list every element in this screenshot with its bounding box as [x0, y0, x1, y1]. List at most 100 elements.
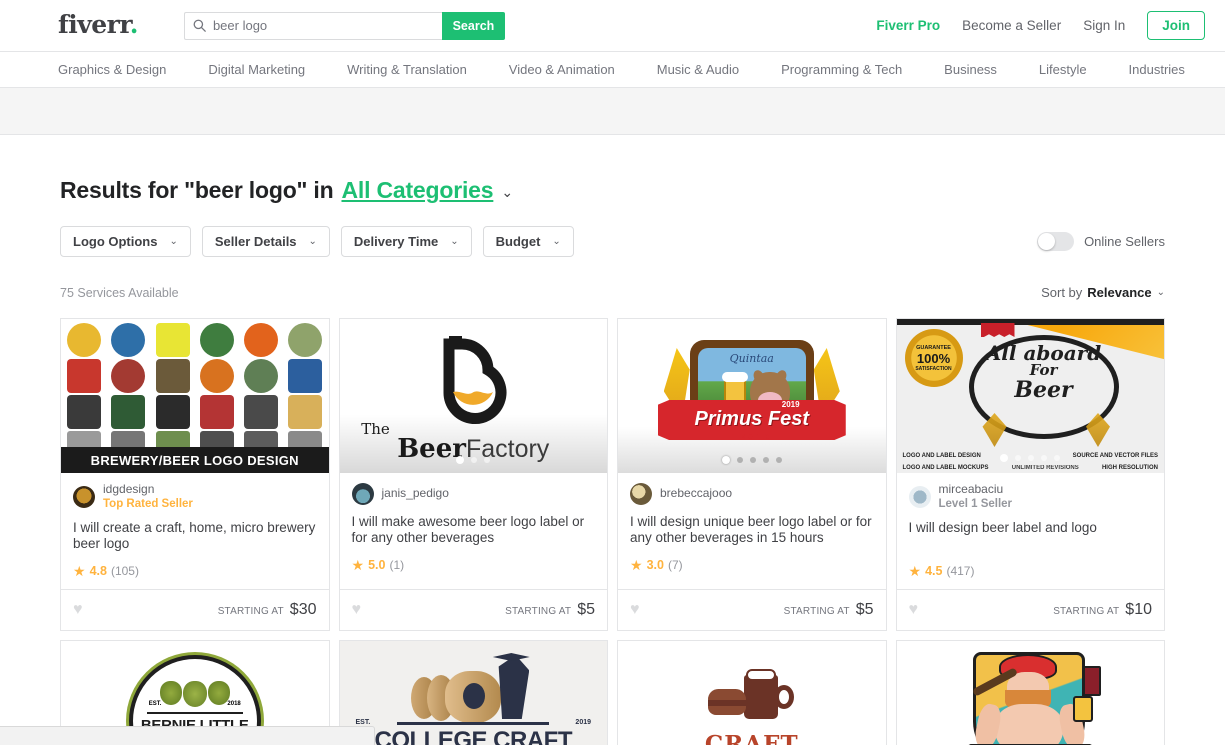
nav-item-video-animation[interactable]: Video & Animation — [509, 62, 615, 77]
art-year: 2019 — [781, 400, 800, 409]
carousel-dot[interactable] — [471, 457, 478, 463]
filter-label: Budget — [495, 234, 541, 249]
filter-delivery-time[interactable]: Delivery Time ⌄ — [340, 226, 472, 257]
gig-thumbnail[interactable]: The Beer Factory — [339, 319, 608, 473]
gig-card[interactable]: EST. 2019 COLLEGE CRAFT BREWING — [338, 640, 608, 745]
nav-item-business[interactable]: Business — [944, 62, 997, 77]
carousel-dot[interactable] — [1041, 455, 1048, 461]
gig-footer: ♥ STARTING AT $5 — [339, 589, 607, 630]
nav-item-writing-translation[interactable]: Writing & Translation — [347, 62, 467, 77]
art-line-3: TIMOTEO — [732, 434, 772, 441]
craft-burgers-art: CRAFT BURGERS & BEER — [618, 641, 886, 745]
carousel-dots[interactable] — [618, 456, 886, 465]
gig-thumbnail[interactable]: BREWERY/BEER LOGO DESIGN — [61, 319, 329, 473]
gig-thumbnail[interactable]: GUARANTEE 100% SATISFACTION All aboard F… — [896, 319, 1165, 473]
art-line-3: Beer — [1014, 376, 1073, 403]
search-input-wrapper[interactable] — [183, 11, 442, 40]
carousel-dot[interactable] — [762, 457, 769, 463]
nav-item-lifestyle[interactable]: Lifestyle — [1039, 62, 1087, 77]
header-link-become-a-seller[interactable]: Become a Seller — [962, 18, 1061, 33]
art-line-1: All aboard — [985, 341, 1102, 365]
logo-dot: . — [129, 10, 139, 39]
art-line-1: COLLEGE CRAFT — [374, 727, 573, 745]
price-label: STARTING AT — [505, 606, 572, 618]
nav-item-digital-marketing[interactable]: Digital Marketing — [208, 62, 305, 77]
carousel-dots[interactable] — [340, 456, 608, 465]
avatar — [351, 483, 374, 505]
chevron-down-icon: ⌄ — [169, 236, 178, 247]
gig-thumbnail[interactable]: Quintaa Primus Fest 2019 TIMOTEO — [618, 319, 886, 473]
gig-footer: ♥ STARTING AT $10 — [896, 589, 1164, 630]
nav-item-industries[interactable]: Industries — [1129, 62, 1185, 77]
art-line-1: Quintaa — [729, 352, 774, 365]
results-prefix: Results for "beer logo" in — [60, 177, 334, 203]
gig-card[interactable]: Quintaa Primus Fest 2019 TIMOTEO brebecc… — [617, 318, 887, 632]
gig-thumbnail[interactable]: EST. 2019 COLLEGE CRAFT BREWING — [339, 641, 607, 745]
search-bar: Search — [183, 11, 505, 40]
gig-card[interactable]: The Beer Factory janis_pedigo I will mak… — [338, 318, 608, 632]
star-icon: ★ — [351, 557, 365, 573]
rating-count: (105) — [110, 564, 139, 579]
gig-card[interactable]: THE CLOTHES GOSE — [895, 640, 1165, 745]
seller-info[interactable]: mirceabaciu Level 1 Seller — [908, 482, 1153, 511]
filter-seller-details[interactable]: Seller Details ⌄ — [201, 226, 330, 257]
carousel-dot[interactable] — [456, 456, 465, 464]
online-sellers-toggle[interactable] — [1037, 232, 1075, 251]
badge-value: 100% — [916, 350, 951, 366]
avatar — [630, 483, 652, 505]
nav-item-music-audio[interactable]: Music & Audio — [657, 62, 739, 77]
seller-info[interactable]: janis_pedigo — [351, 483, 596, 505]
gig-title[interactable]: I will make awesome beer logo label or f… — [352, 514, 596, 547]
logo-text: fiverr — [58, 10, 130, 39]
carousel-dot[interactable] — [736, 457, 743, 463]
gig-footer: ♥ STARTING AT $30 — [61, 589, 329, 630]
carousel-dots[interactable] — [897, 454, 1165, 463]
heart-icon[interactable]: ♥ — [73, 602, 83, 618]
heart-icon[interactable]: ♥ — [352, 602, 362, 618]
price-amount: $5 — [855, 601, 874, 619]
gig-rating: ★ 4.8 (105) — [73, 564, 317, 589]
gig-card[interactable]: CRAFT BURGERS & BEER — [617, 640, 887, 745]
rating-count: (7) — [667, 558, 683, 572]
rating-count: (1) — [389, 558, 405, 572]
gig-thumbnail[interactable]: CRAFT BURGERS & BEER — [618, 641, 886, 745]
filter-logo-options[interactable]: Logo Options ⌄ — [60, 226, 191, 257]
carousel-dot[interactable] — [1028, 455, 1035, 461]
fiverr-logo[interactable]: fiverr. — [58, 12, 138, 37]
gig-price: STARTING AT $5 — [505, 601, 595, 619]
gig-price: STARTING AT $10 — [1053, 601, 1152, 619]
gig-card[interactable]: GUARANTEE 100% SATISFACTION All aboard F… — [895, 318, 1165, 632]
filter-budget[interactable]: Budget ⌄ — [482, 226, 574, 257]
heart-icon[interactable]: ♥ — [909, 602, 919, 618]
header-link-fiverr-pro[interactable]: Fiverr Pro — [876, 18, 940, 33]
gig-thumbnail[interactable]: THE CLOTHES GOSE — [896, 641, 1164, 745]
gig-title[interactable]: I will create a craft, home, micro brewe… — [73, 520, 317, 553]
carousel-dot[interactable] — [749, 457, 756, 463]
seller-info[interactable]: idgdesign Top Rated Seller — [73, 482, 317, 511]
search-input[interactable] — [212, 18, 434, 33]
breadcrumb-strip — [0, 88, 1225, 135]
carousel-dot[interactable] — [1000, 454, 1009, 462]
category-link[interactable]: All Categories — [341, 177, 493, 204]
heart-icon[interactable]: ♥ — [630, 602, 640, 618]
nav-item-graphics-design[interactable]: Graphics & Design — [58, 62, 166, 77]
seller-info[interactable]: brebeccajooo — [630, 483, 874, 505]
search-icon — [193, 19, 206, 32]
beer-factory-art: The Beer Factory — [339, 319, 607, 473]
carousel-dot[interactable] — [1015, 455, 1022, 461]
sort-control[interactable]: Sort by Relevance ⌄ — [1041, 285, 1165, 300]
join-button[interactable]: Join — [1147, 11, 1205, 40]
carousel-dot[interactable] — [1054, 455, 1061, 461]
search-button[interactable]: Search — [441, 11, 505, 40]
guarantee-badge-icon: GUARANTEE 100% SATISFACTION — [904, 329, 963, 387]
carousel-dot[interactable] — [484, 457, 491, 463]
gig-title[interactable]: I will design unique beer logo label or … — [630, 514, 874, 547]
nav-item-programming-tech[interactable]: Programming & Tech — [781, 62, 902, 77]
chevron-down-icon[interactable]: ⌄ — [501, 184, 513, 201]
gig-card[interactable]: BREWERY/BEER LOGO DESIGN idgdesign Top R… — [60, 318, 330, 632]
gig-title[interactable]: I will design beer label and logo — [909, 520, 1153, 553]
header-link-sign-in[interactable]: Sign In — [1083, 18, 1125, 33]
browser-status-bar — [0, 726, 375, 745]
carousel-dot[interactable] — [721, 456, 730, 464]
carousel-dot[interactable] — [775, 457, 782, 463]
